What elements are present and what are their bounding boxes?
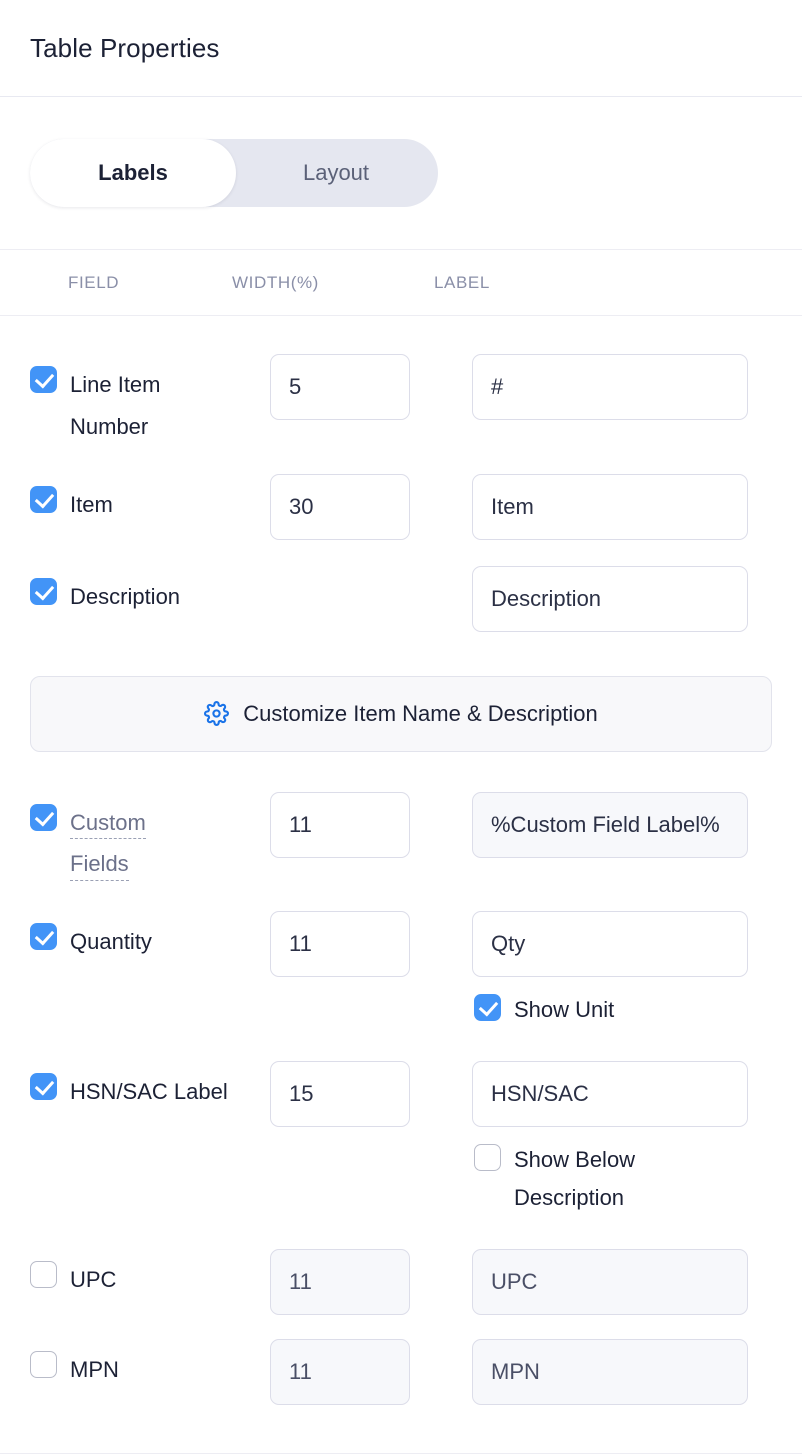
width-input-quantity[interactable]: 11 bbox=[270, 911, 410, 978]
field-label: UPC bbox=[70, 1266, 117, 1292]
label-cell: MPN bbox=[472, 1338, 802, 1405]
label-input-line-item-number[interactable]: # bbox=[472, 354, 748, 420]
panel-header: Table Properties bbox=[0, 0, 802, 97]
label-input-custom-fields[interactable]: %Custom Field Label% bbox=[472, 791, 748, 858]
show-unit-label: Show Unit bbox=[514, 997, 615, 1023]
field-cell: MPN bbox=[0, 1339, 270, 1391]
field-checkbox-line-item-number[interactable] bbox=[30, 366, 57, 393]
label-cell: # bbox=[472, 354, 802, 420]
field-cell: HSN/SAC Label bbox=[0, 1061, 270, 1113]
width-cell: 11 bbox=[270, 1338, 472, 1405]
page-title: Table Properties bbox=[30, 32, 220, 63]
label-input-quantity[interactable]: Qty bbox=[472, 911, 748, 978]
field-cell: Item bbox=[0, 474, 270, 526]
tab-layout[interactable]: Layout bbox=[236, 139, 436, 207]
show-below-description-row: Show Below Description bbox=[472, 1141, 776, 1217]
field-label: Item bbox=[70, 491, 113, 517]
field-checkbox-item[interactable] bbox=[30, 485, 57, 513]
label-input-mpn[interactable]: MPN bbox=[472, 1338, 748, 1405]
field-checkbox-mpn[interactable] bbox=[30, 1350, 57, 1378]
width-input-line-item-number[interactable]: 5 bbox=[270, 354, 410, 420]
field-cell: UPC bbox=[0, 1249, 270, 1301]
field-rows: Line Item Number 5 # Item 30 Item Descri… bbox=[0, 316, 802, 1405]
label-input-description[interactable]: Description bbox=[472, 565, 748, 632]
width-cell: 15 bbox=[270, 1061, 472, 1128]
label-cell: %Custom Field Label% bbox=[472, 791, 802, 858]
field-cell: Custom Fields bbox=[0, 792, 270, 886]
field-label: MPN bbox=[70, 1356, 119, 1382]
label-input-item[interactable]: Item bbox=[472, 473, 748, 540]
customize-button-wrap: Customize Item Name & Description bbox=[0, 675, 802, 752]
gear-icon bbox=[204, 701, 230, 727]
field-checkbox-upc[interactable] bbox=[30, 1260, 57, 1288]
tab-switch: Labels Layout bbox=[30, 139, 438, 207]
width-cell: 5 bbox=[270, 354, 472, 420]
table-row: Custom Fields 11 %Custom Field Label% bbox=[0, 791, 802, 886]
show-unit-row: Show Unit bbox=[472, 991, 776, 1029]
column-header-width: WIDTH(%) bbox=[232, 272, 319, 292]
width-input-upc[interactable]: 11 bbox=[270, 1248, 410, 1315]
label-input-hsn-sac[interactable]: HSN/SAC bbox=[472, 1061, 748, 1128]
table-row: Line Item Number 5 # bbox=[0, 354, 802, 448]
label-cell: Item bbox=[472, 473, 802, 540]
label-cell: Description bbox=[472, 565, 802, 632]
label-cell: UPC bbox=[472, 1248, 802, 1315]
tabs-region: Labels Layout bbox=[0, 97, 802, 250]
table-row: Description Description bbox=[0, 565, 802, 632]
field-checkbox-hsn-sac-label[interactable] bbox=[30, 1073, 57, 1101]
field-label: Quantity bbox=[70, 929, 152, 955]
table-row: HSN/SAC Label 15 HSN/SAC Show Below Desc… bbox=[0, 1061, 802, 1217]
field-cell: Quantity bbox=[0, 911, 270, 963]
column-header-field: FIELD bbox=[68, 272, 120, 292]
width-input-item[interactable]: 30 bbox=[270, 473, 410, 540]
column-headers: FIELD WIDTH(%) LABEL bbox=[0, 250, 802, 316]
table-properties-panel: Table Properties Labels Layout FIELD WID… bbox=[0, 0, 802, 1454]
field-label: Description bbox=[70, 583, 181, 609]
width-cell: 11 bbox=[270, 1248, 472, 1315]
field-label: Line Item Number bbox=[70, 372, 161, 439]
label-cell: HSN/SAC Show Below Description bbox=[472, 1061, 802, 1217]
table-row: UPC 11 UPC bbox=[0, 1248, 802, 1315]
width-input-mpn[interactable]: 11 bbox=[270, 1338, 410, 1405]
field-checkbox-custom-fields[interactable] bbox=[30, 803, 57, 831]
field-cell: Line Item Number bbox=[0, 354, 270, 448]
field-checkbox-quantity[interactable] bbox=[30, 923, 57, 951]
field-label-line-2: Fields bbox=[70, 848, 129, 882]
field-label-line-1: Custom bbox=[70, 807, 146, 840]
label-input-upc[interactable]: UPC bbox=[472, 1248, 748, 1315]
field-cell: Description bbox=[0, 566, 270, 618]
customize-button-label: Customize Item Name & Description bbox=[243, 700, 598, 726]
width-cell: 11 bbox=[270, 791, 472, 858]
table-row: Item 30 Item bbox=[0, 473, 802, 540]
table-row: MPN 11 MPN bbox=[0, 1338, 802, 1405]
column-header-label: LABEL bbox=[434, 272, 490, 292]
width-cell: 11 bbox=[270, 911, 472, 978]
show-below-description-label: Show Below Description bbox=[514, 1147, 636, 1210]
show-unit-checkbox[interactable] bbox=[474, 994, 501, 1022]
field-label: HSN/SAC Label bbox=[70, 1079, 228, 1105]
customize-item-name-description-button[interactable]: Customize Item Name & Description bbox=[30, 675, 772, 752]
label-cell: Qty Show Unit bbox=[472, 911, 802, 1029]
field-checkbox-description[interactable] bbox=[30, 577, 57, 605]
tab-labels[interactable]: Labels bbox=[30, 139, 236, 207]
width-input-custom-fields[interactable]: 11 bbox=[270, 791, 410, 858]
field-label-custom-fields: Custom Fields bbox=[70, 802, 146, 886]
width-cell: 30 bbox=[270, 473, 472, 540]
width-input-hsn-sac[interactable]: 15 bbox=[270, 1061, 410, 1128]
show-below-description-checkbox[interactable] bbox=[474, 1144, 501, 1172]
table-row: Quantity 11 Qty Show Unit bbox=[0, 911, 802, 1029]
